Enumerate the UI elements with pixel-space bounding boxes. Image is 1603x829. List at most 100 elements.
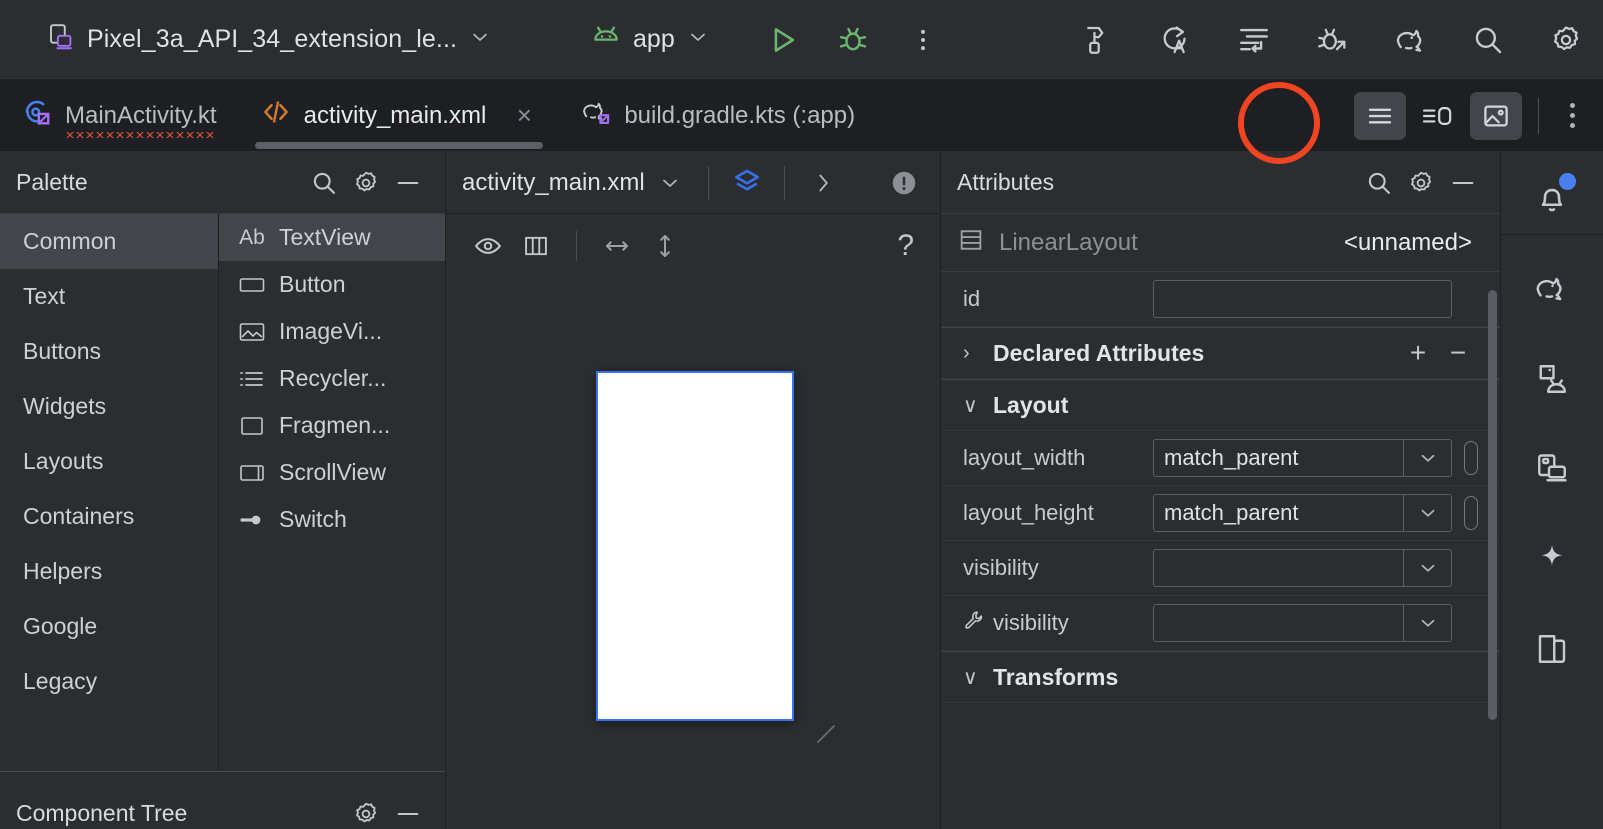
attribute-row-layout-width: layout_width match_parent [941, 431, 1500, 486]
palette-category-common[interactable]: Common [0, 214, 218, 269]
attribute-label: visibility [993, 610, 1069, 636]
code-view-button[interactable] [1354, 92, 1406, 140]
tab-label: build.gradle.kts (:app) [624, 102, 855, 130]
run-button[interactable] [760, 17, 806, 63]
tab-label: activity_main.xml [304, 102, 487, 130]
run-configuration-selector[interactable]: app [580, 18, 720, 62]
palette-item-label: Switch [279, 506, 347, 533]
columns-layout-icon[interactable] [514, 224, 558, 268]
tab-main-activity[interactable]: MainActivity.kt [0, 80, 239, 151]
component-tree-header: Component Tree [0, 771, 445, 829]
horizontal-resize-icon[interactable] [595, 224, 639, 268]
search-icon[interactable] [1465, 17, 1511, 63]
tools-visibility-input[interactable] [1153, 604, 1452, 642]
palette-item-scrollview[interactable]: ScrollView [219, 449, 445, 496]
palette-category-layouts[interactable]: Layouts [0, 434, 218, 489]
split-view-button[interactable] [1412, 92, 1464, 140]
palette-category-text[interactable]: Text [0, 269, 218, 324]
chevron-down-icon[interactable] [651, 161, 690, 205]
palette-panel: Palette Common Text Buttons [0, 152, 446, 829]
design-view-button[interactable] [1470, 92, 1522, 140]
debug-button[interactable] [830, 17, 876, 63]
chevron-down-icon[interactable] [1403, 440, 1451, 476]
gradle-tool-button[interactable] [1516, 253, 1588, 325]
add-attribute-button[interactable]: + [1398, 333, 1438, 373]
section-layout[interactable]: ∨ Layout [941, 379, 1500, 431]
android-studio-window: Pixel_3a_API_34_extension_le... app [0, 0, 1603, 829]
component-type-label: LinearLayout [999, 229, 1330, 257]
palette-item-button[interactable]: Button [219, 261, 445, 308]
section-transforms[interactable]: ∨ Transforms [941, 651, 1500, 703]
palette-category-helpers[interactable]: Helpers [0, 544, 218, 599]
device-selector[interactable]: Pixel_3a_API_34_extension_le... [36, 18, 502, 62]
palette-item-fragment[interactable]: Fragmen... [219, 402, 445, 449]
settings-gear-icon[interactable] [1543, 17, 1589, 63]
recyclerview-list-icon [237, 368, 267, 390]
attributes-component-row: LinearLayout <unnamed> [941, 214, 1500, 272]
palette-item-imageview[interactable]: ImageVi... [219, 308, 445, 355]
chevron-down-icon[interactable] [1403, 605, 1451, 641]
tools-wrench-icon [963, 609, 985, 637]
design-canvas[interactable] [446, 278, 940, 829]
minimize-icon[interactable] [387, 780, 429, 822]
palette-item-label: Button [279, 271, 346, 298]
layout-height-input[interactable]: match_parent [1153, 494, 1452, 532]
settings-gear-icon[interactable] [1400, 162, 1442, 204]
palette-category-google[interactable]: Google [0, 599, 218, 654]
section-declared-attributes[interactable]: › Declared Attributes + − [941, 327, 1500, 379]
palette-title: Palette [16, 169, 303, 196]
search-icon[interactable] [303, 162, 345, 204]
chevron-right-icon[interactable] [803, 161, 842, 205]
palette-category-legacy[interactable]: Legacy [0, 654, 218, 709]
editor-more-options-button[interactable] [1555, 103, 1589, 128]
eye-visibility-icon[interactable] [466, 224, 510, 268]
layout-width-input[interactable]: match_parent [1153, 439, 1452, 477]
remove-attribute-button[interactable]: − [1438, 333, 1478, 373]
design-help-button[interactable]: ? [891, 229, 920, 263]
gradle-elephant-icon[interactable] [1387, 17, 1433, 63]
vertical-resize-icon[interactable] [643, 224, 687, 268]
attributes-scrollbar[interactable] [1488, 290, 1497, 720]
palette-category-containers[interactable]: Containers [0, 489, 218, 544]
attribute-indicator [1464, 606, 1478, 640]
attribute-label-tools: visibility [963, 609, 1153, 637]
layers-icon[interactable] [727, 161, 766, 205]
build-hammer-icon[interactable] [1075, 17, 1121, 63]
tab-activity-main-xml[interactable]: activity_main.xml × [239, 80, 560, 151]
tab-build-gradle-kts[interactable]: build.gradle.kts (:app) [559, 80, 877, 151]
code-format-icon[interactable] [1231, 17, 1277, 63]
issue-warning-icon[interactable] [885, 161, 924, 205]
palette-item-list: Ab TextView Button ImageVi... [219, 214, 445, 771]
running-devices-button[interactable] [1516, 343, 1588, 415]
resource-manager-button[interactable] [1516, 613, 1588, 685]
design-file-label[interactable]: activity_main.xml [462, 169, 645, 197]
apply-changes-icon[interactable] [1153, 17, 1199, 63]
more-options-button[interactable] [900, 17, 946, 63]
settings-gear-icon[interactable] [345, 780, 387, 822]
canvas-resize-handle[interactable] [815, 723, 837, 745]
attribute-indicator [1464, 496, 1478, 530]
device-preview-selected[interactable] [596, 371, 794, 721]
palette-item-textview[interactable]: Ab TextView [219, 214, 445, 261]
attach-debugger-icon[interactable] [1309, 17, 1355, 63]
id-input[interactable] [1153, 280, 1452, 318]
palette-category-buttons[interactable]: Buttons [0, 324, 218, 379]
palette-category-widgets[interactable]: Widgets [0, 379, 218, 434]
palette-item-recyclerview[interactable]: Recycler... [219, 355, 445, 402]
minimize-icon[interactable] [387, 162, 429, 204]
chevron-down-icon[interactable] [1403, 495, 1451, 531]
palette-item-label: ScrollView [279, 459, 386, 486]
settings-gear-icon[interactable] [345, 162, 387, 204]
chevron-down-icon[interactable] [1403, 550, 1451, 586]
ab-text-icon: Ab [237, 226, 267, 250]
device-manager-button[interactable] [1516, 433, 1588, 505]
toolbar-right-actions [1075, 17, 1589, 63]
attributes-header: Attributes [941, 152, 1500, 214]
search-icon[interactable] [1358, 162, 1400, 204]
visibility-input[interactable] [1153, 549, 1452, 587]
tab-close-button[interactable]: × [511, 100, 537, 131]
notifications-button[interactable] [1516, 162, 1588, 234]
minimize-icon[interactable] [1442, 162, 1484, 204]
palette-item-switch[interactable]: Switch [219, 496, 445, 543]
gemini-button[interactable] [1516, 523, 1588, 595]
